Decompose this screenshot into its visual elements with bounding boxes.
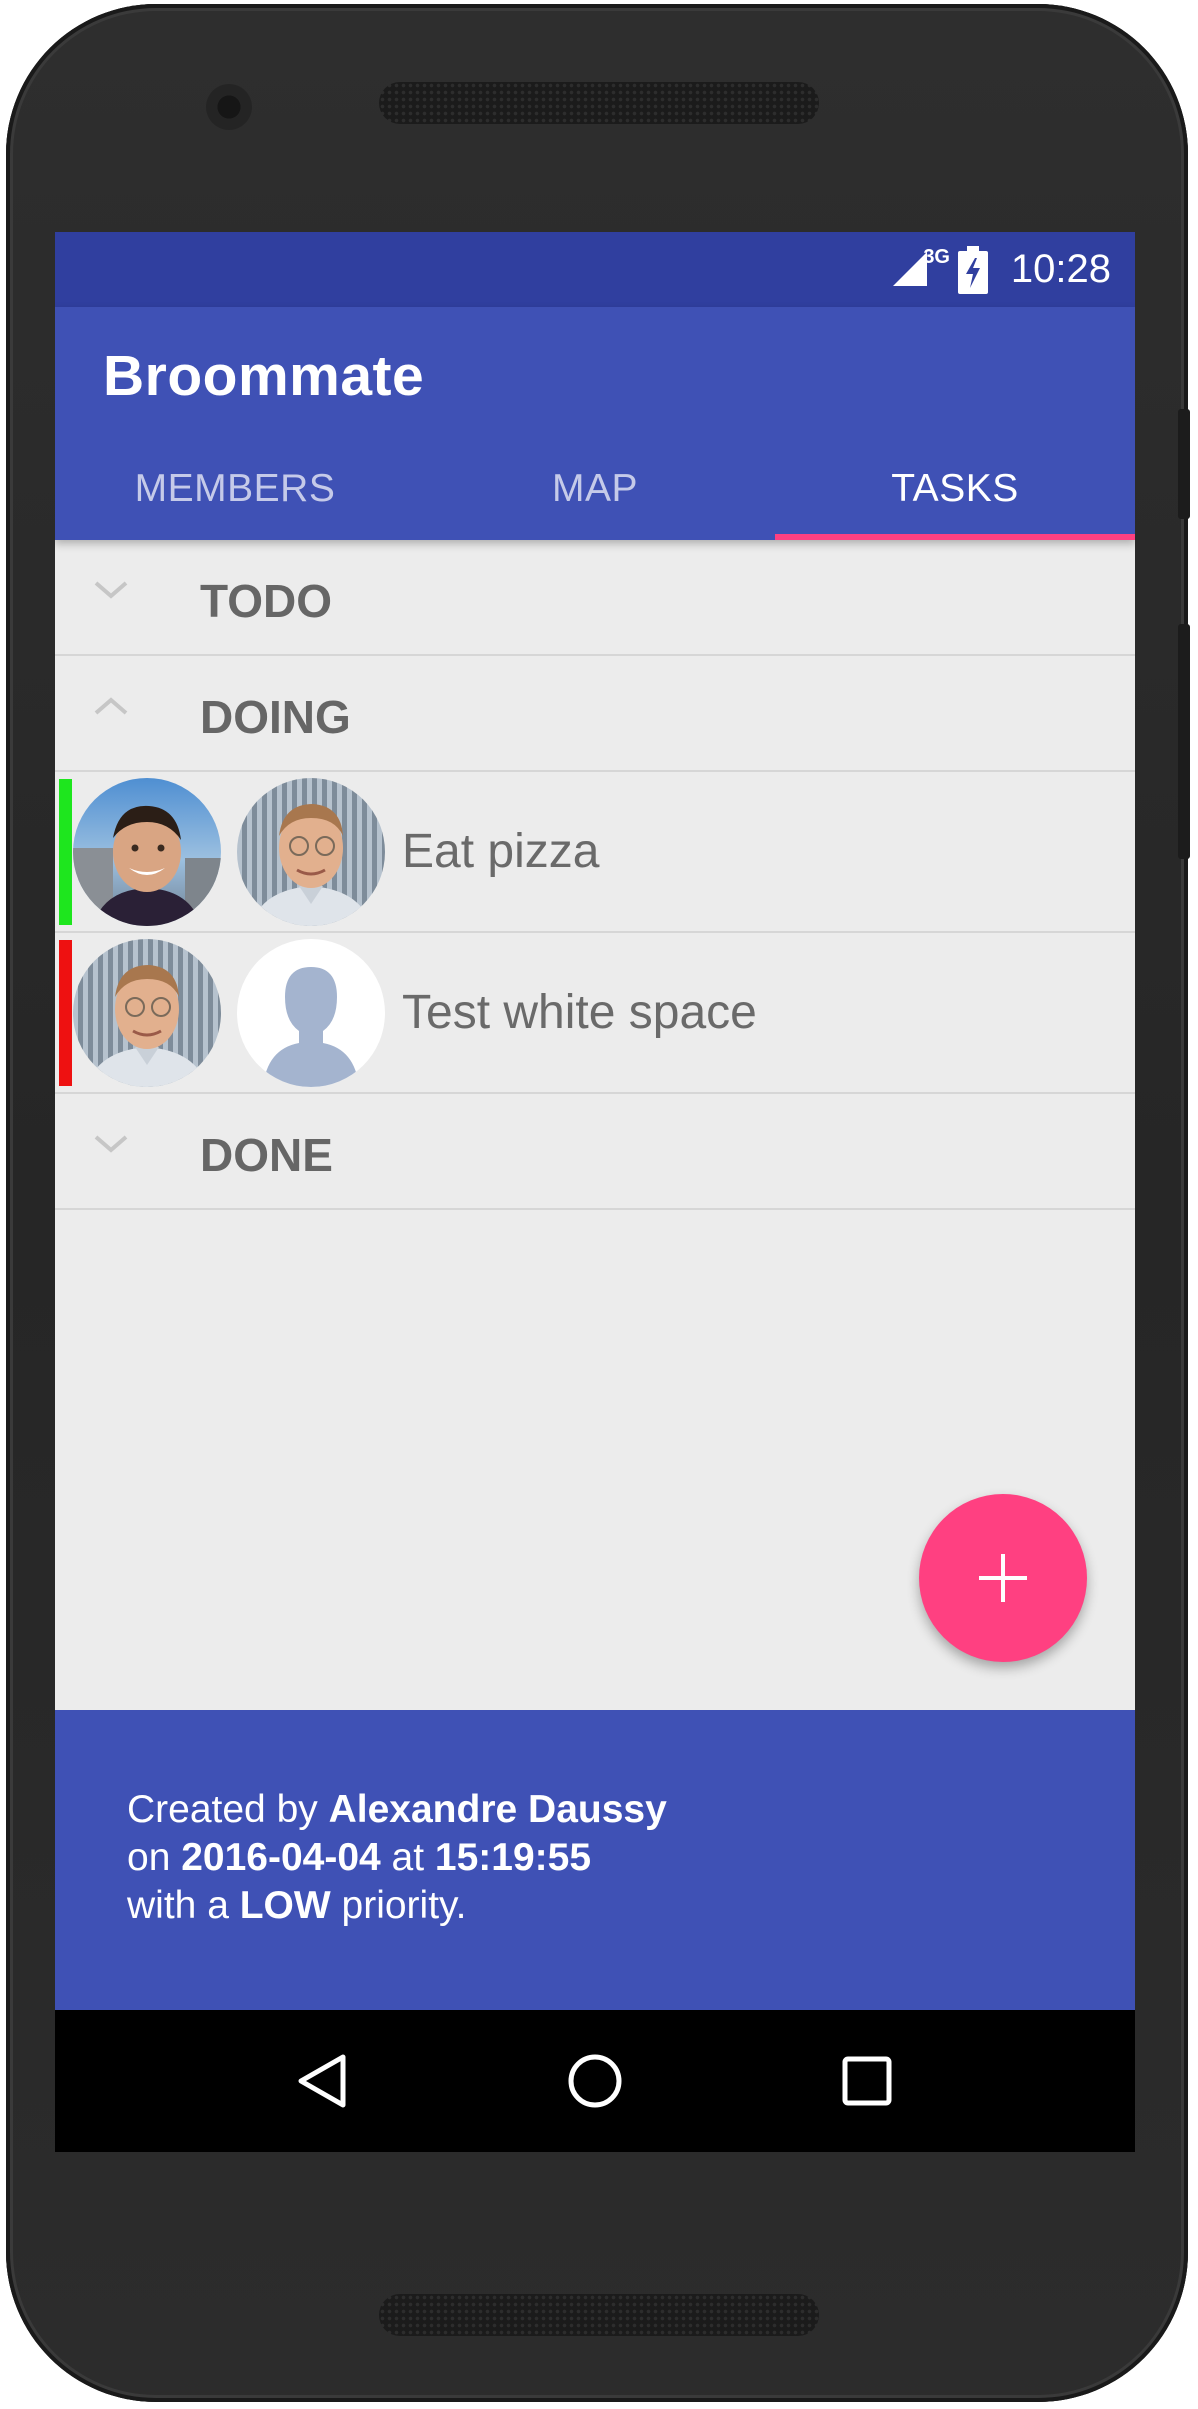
- task-title: Test white space: [402, 986, 757, 1039]
- group-title: DONE: [200, 1129, 333, 1181]
- home-icon[interactable]: [565, 2051, 625, 2111]
- avatar-man-glasses-image: [237, 778, 385, 926]
- created-date: 2016-04-04: [181, 1836, 381, 1879]
- status-bar: 3G 10:28: [55, 232, 1135, 307]
- avatar-man-glasses-image: [73, 939, 221, 1087]
- battery-icon: [958, 246, 988, 294]
- task-info-text: Created by Alexandre Daussy on 2016-04-0…: [127, 1786, 667, 1930]
- chevron-down-icon: [94, 581, 128, 599]
- recents-icon[interactable]: [837, 2051, 897, 2111]
- avatar[interactable]: [73, 778, 221, 926]
- priority-line: with a LOW priority.: [127, 1884, 467, 1927]
- back-icon[interactable]: [293, 2051, 353, 2111]
- priority-value: LOW: [239, 1884, 331, 1927]
- chevron-up-icon: [94, 697, 128, 715]
- task-row[interactable]: Eat pizza: [55, 772, 1135, 933]
- group-header-doing[interactable]: DOING: [55, 656, 1135, 772]
- priority-indicator: [59, 940, 72, 1086]
- group-header-done[interactable]: DONE: [55, 1094, 1135, 1210]
- avatar[interactable]: [237, 939, 385, 1087]
- screen: 3G 10:28 Broommate MEMBERS MAP TASKS TOD…: [55, 232, 1135, 2152]
- task-info-panel: Created by Alexandre Daussy on 2016-04-0…: [55, 1710, 1135, 2010]
- front-camera: [206, 84, 252, 130]
- plus-icon: [979, 1554, 1027, 1602]
- app-bar: Broommate MEMBERS MAP TASKS: [55, 307, 1135, 540]
- navigation-bar: [55, 2010, 1135, 2152]
- group-title: TODO: [200, 575, 333, 627]
- group-header-todo[interactable]: TODO: [55, 540, 1135, 656]
- bottom-speaker: [379, 2294, 819, 2336]
- avatar-placeholder-image: [237, 939, 385, 1087]
- tab-members[interactable]: MEMBERS: [55, 437, 415, 540]
- task-title: Eat pizza: [402, 825, 600, 878]
- task-list: TODO DOING Eat pizza Test white space DO…: [55, 540, 1135, 1210]
- avatar-young-man-image: [73, 778, 221, 926]
- tab-map[interactable]: MAP: [415, 437, 775, 540]
- created-date-line: on 2016-04-04 at 15:19:55: [127, 1836, 592, 1879]
- avatar[interactable]: [73, 939, 221, 1087]
- signal-icon: [893, 252, 927, 286]
- clock: 10:28: [1010, 247, 1111, 291]
- avatar[interactable]: [237, 778, 385, 926]
- priority-indicator: [59, 779, 72, 925]
- author-name: Alexandre Daussy: [328, 1788, 667, 1831]
- created-time: 15:19:55: [434, 1836, 592, 1879]
- group-title: DOING: [200, 691, 351, 743]
- network-type: 3G: [923, 246, 950, 268]
- tab-tasks[interactable]: TASKS: [775, 437, 1135, 540]
- power-button: [1178, 409, 1190, 519]
- app-title: Broommate: [103, 344, 425, 408]
- add-task-button[interactable]: [919, 1494, 1087, 1662]
- chevron-down-icon: [94, 1135, 128, 1153]
- task-row[interactable]: Test white space: [55, 933, 1135, 1094]
- tab-bar: MEMBERS MAP TASKS: [55, 437, 1135, 540]
- top-speaker: [379, 82, 819, 124]
- volume-button: [1178, 624, 1190, 859]
- created-by-line: Created by Alexandre Daussy: [127, 1788, 667, 1831]
